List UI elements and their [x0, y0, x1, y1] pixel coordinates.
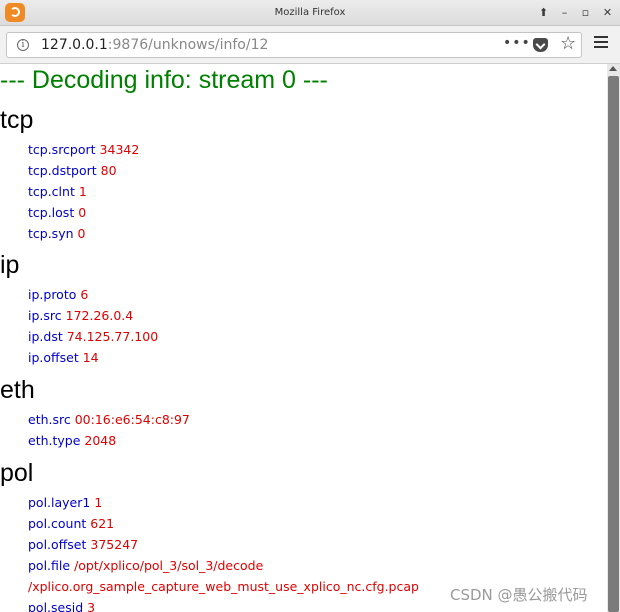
info-row: pol.offset 375247 — [28, 537, 138, 552]
window-titlebar: Mozilla Firefox ⬆ – ▫ ✕ — [0, 0, 620, 26]
info-row: tcp.syn 0 — [28, 226, 85, 241]
info-row: tcp.clnt 1 — [28, 184, 87, 199]
page-actions-icon[interactable]: ••• — [503, 35, 531, 51]
pocket-icon[interactable] — [533, 38, 548, 52]
vertical-scrollbar[interactable] — [607, 64, 620, 612]
url-bar[interactable]: i 127.0.0.1:9876/unknows/info/12 ••• ☆ — [6, 32, 582, 58]
info-icon[interactable]: i — [17, 39, 29, 51]
info-row: pol.layer1 1 — [28, 495, 102, 510]
info-key: eth.type — [28, 433, 81, 448]
info-key: ip.dst — [28, 329, 63, 344]
info-key: eth.src — [28, 412, 71, 427]
watermark: CSDN @愚公搬代码 — [450, 586, 588, 604]
info-key: tcp.syn — [28, 226, 74, 241]
maximize-icon[interactable]: ▫ — [578, 5, 593, 20]
info-row: eth.type 2048 — [28, 433, 116, 448]
info-row: ip.offset 14 — [28, 350, 99, 365]
up-arrow-icon[interactable]: ⬆ — [536, 5, 551, 20]
info-value: /xplico.org_sample_capture_web_must_use_… — [28, 579, 419, 594]
info-value: 34342 — [99, 142, 140, 157]
info-key: ip.proto — [28, 287, 77, 302]
page-heading: --- Decoding info: stream 0 --- — [0, 66, 328, 94]
info-row: eth.src 00:16:e6:54:c8:97 — [28, 412, 190, 427]
info-row: pol.sesid 3 — [28, 600, 95, 612]
info-key: tcp.lost — [28, 205, 75, 220]
bookmark-star-icon[interactable]: ☆ — [560, 33, 576, 54]
scroll-up-arrow-icon[interactable] — [609, 66, 617, 71]
info-key: ip.src — [28, 308, 62, 323]
info-key: tcp.srcport — [28, 142, 96, 157]
info-value: 621 — [90, 516, 115, 531]
close-icon[interactable]: ✕ — [600, 5, 615, 20]
info-key: pol.offset — [28, 537, 87, 552]
info-row-continuation: /xplico.org_sample_capture_web_must_use_… — [28, 579, 419, 594]
info-value: 14 — [82, 350, 99, 365]
minimize-icon[interactable]: – — [557, 5, 572, 20]
info-row: pol.count 621 — [28, 516, 114, 531]
section-title-tcp: tcp — [0, 106, 34, 134]
info-row: pol.file /opt/xplico/pol_3/sol_3/decode — [28, 558, 263, 573]
info-value: 00:16:e6:54:c8:97 — [74, 412, 190, 427]
info-value: 1 — [78, 184, 87, 199]
section-title-pol: pol — [0, 459, 34, 487]
navigation-toolbar: i 127.0.0.1:9876/unknows/info/12 ••• ☆ — [0, 26, 620, 64]
info-key: pol.layer1 — [28, 495, 91, 510]
info-value: 172.26.0.4 — [65, 308, 134, 323]
info-value: 6 — [80, 287, 89, 302]
info-key: ip.offset — [28, 350, 79, 365]
info-row: ip.dst 74.125.77.100 — [28, 329, 158, 344]
url-path: :9876/unknows/info/12 — [107, 37, 269, 53]
info-row: tcp.lost 0 — [28, 205, 86, 220]
info-key: pol.sesid — [28, 600, 84, 612]
info-row: tcp.dstport 80 — [28, 163, 117, 178]
info-row: tcp.srcport 34342 — [28, 142, 139, 157]
info-value: /opt/xplico/pol_3/sol_3/decode — [74, 558, 264, 573]
info-row: ip.src 172.26.0.4 — [28, 308, 133, 323]
info-key: pol.count — [28, 516, 87, 531]
section-title-ip: ip — [0, 251, 20, 279]
info-key: tcp.dstport — [28, 163, 97, 178]
info-value: 74.125.77.100 — [66, 329, 159, 344]
url-text[interactable]: 127.0.0.1:9876/unknows/info/12 — [41, 37, 268, 53]
info-key: pol.file — [28, 558, 71, 573]
info-key: tcp.clnt — [28, 184, 75, 199]
menu-icon[interactable] — [594, 36, 608, 48]
url-host: 127.0.0.1 — [41, 37, 108, 53]
info-value: 1 — [94, 495, 103, 510]
section-title-eth: eth — [0, 376, 35, 404]
info-value: 2048 — [84, 433, 117, 448]
info-value: 3 — [87, 600, 96, 612]
info-row: ip.proto 6 — [28, 287, 88, 302]
scroll-thumb[interactable] — [608, 76, 619, 612]
page-content: --- Decoding info: stream 0 --- tcp tcp.… — [0, 64, 607, 612]
info-value: 80 — [100, 163, 117, 178]
info-value: 375247 — [90, 537, 139, 552]
info-value: 0 — [78, 205, 87, 220]
info-value: 0 — [77, 226, 86, 241]
window-title: Mozilla Firefox — [274, 7, 346, 18]
